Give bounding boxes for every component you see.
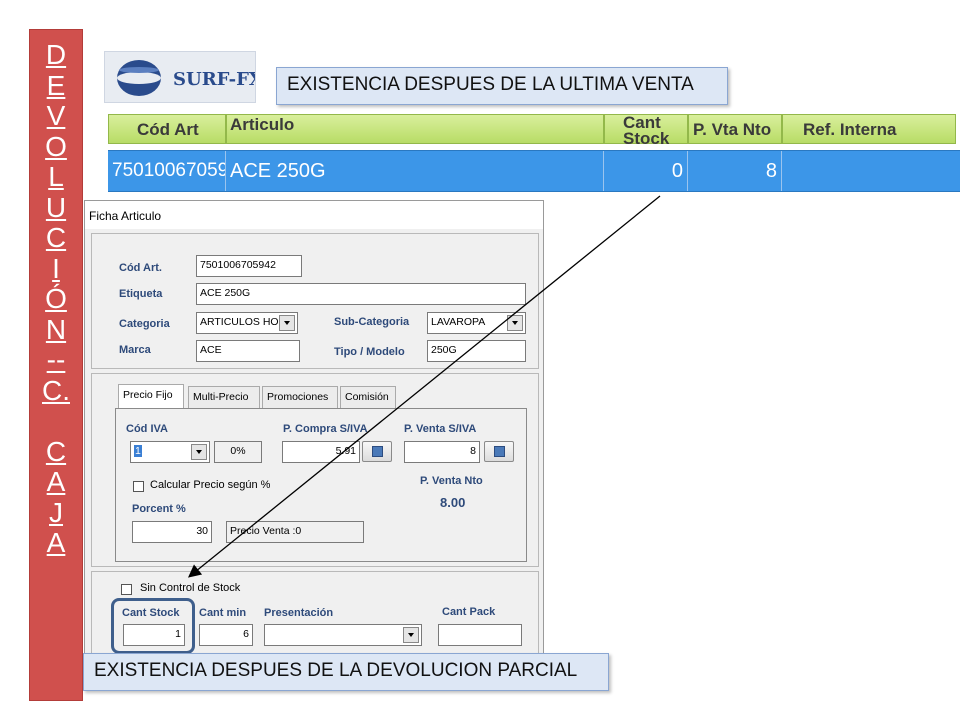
arrow-connector: [187, 195, 661, 578]
callout-partial-return-stock: EXISTENCIA DESPUES DE LA DEVOLUCION PARC…: [83, 653, 609, 691]
